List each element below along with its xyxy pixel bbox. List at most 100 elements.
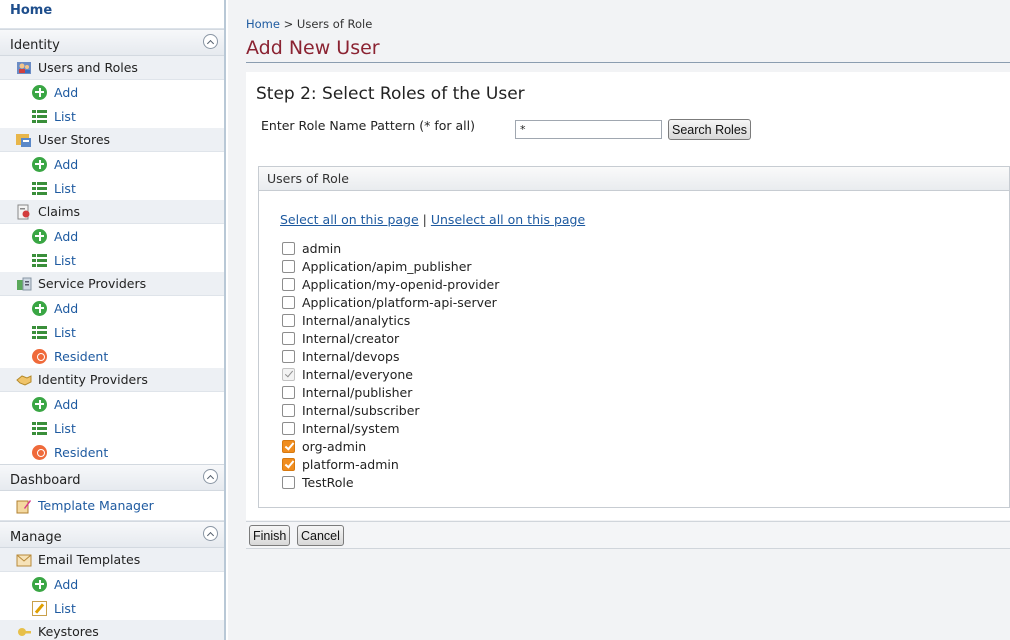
sidebar-section-identity[interactable]: Identity (0, 29, 224, 56)
role-pattern-label: Enter Role Name Pattern (* for all) (261, 118, 475, 133)
role-checkbox[interactable] (282, 277, 295, 291)
sidebar-item-service-providers-resident[interactable]: Resident (0, 344, 224, 368)
role-checkbox[interactable] (282, 349, 295, 363)
sidebar-item-user-stores-list[interactable]: List (0, 176, 224, 200)
add-icon (32, 300, 47, 316)
add-icon (32, 156, 47, 172)
role-name: Internal/system (302, 420, 400, 436)
role-name: platform-admin (302, 456, 399, 472)
sidebar-item-claims-add[interactable]: Add (0, 224, 224, 248)
role-checkbox[interactable] (282, 403, 295, 417)
add-icon (32, 576, 47, 592)
role-name: admin (302, 240, 342, 256)
form-container: Step 2: Select Roles of the User Enter R… (246, 72, 1010, 520)
sidebar-item-service-providers-list[interactable]: List (0, 320, 224, 344)
sidebar-section-title: Dashboard (10, 473, 81, 488)
collapse-icon[interactable] (203, 469, 218, 484)
chevron-up-icon (206, 474, 215, 482)
sidebar-group-label: Template Manager (38, 498, 154, 513)
sidebar-group-label: Keystores (38, 624, 99, 639)
sidebar-item-service-providers-add[interactable]: Add (0, 296, 224, 320)
role-row: TestRole (282, 473, 499, 491)
sidebar-home-link[interactable]: Home (0, 0, 224, 29)
role-checkbox[interactable] (282, 313, 295, 327)
role-checkbox[interactable] (282, 439, 295, 453)
user-stores-icon (16, 132, 32, 148)
sidebar-group-label: Users and Roles (38, 60, 138, 75)
role-row: Application/platform-api-server (282, 293, 499, 311)
role-checkbox[interactable] (282, 241, 295, 255)
sidebar-item-claims-list[interactable]: List (0, 248, 224, 272)
sidebar-group-label: Email Templates (38, 552, 141, 567)
role-name: Internal/subscriber (302, 402, 420, 418)
role-checkbox[interactable] (282, 475, 295, 489)
edit-icon (32, 600, 47, 616)
sidebar-section-title: Manage (10, 530, 62, 545)
sidebar-item-label: Add (54, 576, 79, 592)
search-roles-button[interactable]: Search Roles (668, 119, 752, 140)
list-icon (32, 324, 47, 340)
sidebar-item-label: Add (54, 300, 79, 316)
role-row: Internal/subscriber (282, 401, 499, 419)
add-icon (32, 396, 47, 412)
collapse-icon[interactable] (203, 526, 218, 541)
sidebar-group-template-manager[interactable]: Template Manager (0, 491, 224, 521)
sidebar-section-title: Identity (10, 38, 60, 53)
main-content: Home > Users of Role Add New User Step 2… (228, 0, 1010, 640)
sidebar-group-keystores: Keystores (0, 620, 224, 640)
list-icon (32, 252, 47, 268)
cancel-button[interactable]: Cancel (297, 525, 344, 546)
sidebar-item-label: List (54, 600, 76, 616)
collapse-icon[interactable] (203, 34, 218, 49)
sidebar-item-users-and-roles-list[interactable]: List (0, 104, 224, 128)
sidebar-item-label: List (54, 108, 76, 124)
sidebar-item-label: List (54, 420, 76, 436)
role-checkbox[interactable] (282, 457, 295, 471)
select-all-link[interactable]: Select all on this page (280, 212, 419, 227)
add-icon (32, 228, 47, 244)
sidebar-item-label: Add (54, 396, 79, 412)
sidebar-item-label: Resident (54, 348, 109, 364)
sidebar-group-identity-providers: Identity Providers (0, 368, 224, 392)
sidebar-group-service-providers: Service Providers (0, 272, 224, 296)
role-row: Internal/devops (282, 347, 499, 365)
sidebar-item-users-and-roles-add[interactable]: Add (0, 80, 224, 104)
roles-panel: Users of Role Select all on this page | … (258, 166, 1010, 508)
sidebar-item-email-templates-list[interactable]: List (0, 596, 224, 620)
sidebar-item-identity-providers-list[interactable]: List (0, 416, 224, 440)
service-providers-icon (16, 276, 32, 292)
sidebar-section-manage[interactable]: Manage (0, 521, 224, 548)
role-name: TestRole (302, 474, 354, 490)
role-pattern-input[interactable] (515, 120, 662, 139)
roles-panel-header: Users of Role (259, 167, 1009, 191)
role-checkbox[interactable] (282, 295, 295, 309)
unselect-all-link[interactable]: Unselect all on this page (431, 212, 585, 227)
role-checkbox[interactable] (282, 259, 295, 273)
role-checkbox[interactable] (282, 421, 295, 435)
role-name: Internal/analytics (302, 312, 411, 328)
list-icon (32, 108, 47, 124)
list-icon (32, 180, 47, 196)
role-checkbox[interactable] (282, 331, 295, 345)
sidebar-group-label: Identity Providers (38, 372, 148, 387)
role-checkbox[interactable] (282, 385, 295, 399)
finish-button[interactable]: Finish (249, 525, 291, 546)
role-list: admin Application/apim_publisher Applicati… (282, 239, 499, 491)
breadcrumb-home-link[interactable]: Home (246, 17, 280, 31)
sidebar-item-identity-providers-resident[interactable]: Resident (0, 440, 224, 464)
template-manager-icon (16, 498, 32, 514)
role-row: org-admin (282, 437, 499, 455)
sidebar-sections: Identity Users and Roles Add List User Store… (0, 29, 224, 640)
sidebar-item-user-stores-add[interactable]: Add (0, 152, 224, 176)
sidebar-item-label: Resident (54, 444, 109, 460)
form-buttons-bar: Finish Cancel (246, 521, 1010, 549)
sidebar-group-claims: Claims (0, 200, 224, 224)
users-and-roles-icon (16, 60, 32, 76)
sidebar-group-user-stores: User Stores (0, 128, 224, 152)
sidebar-item-email-templates-add[interactable]: Add (0, 572, 224, 596)
sidebar-section-dashboard[interactable]: Dashboard (0, 464, 224, 491)
role-name: Internal/creator (302, 330, 400, 346)
sidebar-group-label: User Stores (38, 132, 111, 147)
sidebar-item-identity-providers-add[interactable]: Add (0, 392, 224, 416)
breadcrumb-separator: > (283, 17, 294, 31)
